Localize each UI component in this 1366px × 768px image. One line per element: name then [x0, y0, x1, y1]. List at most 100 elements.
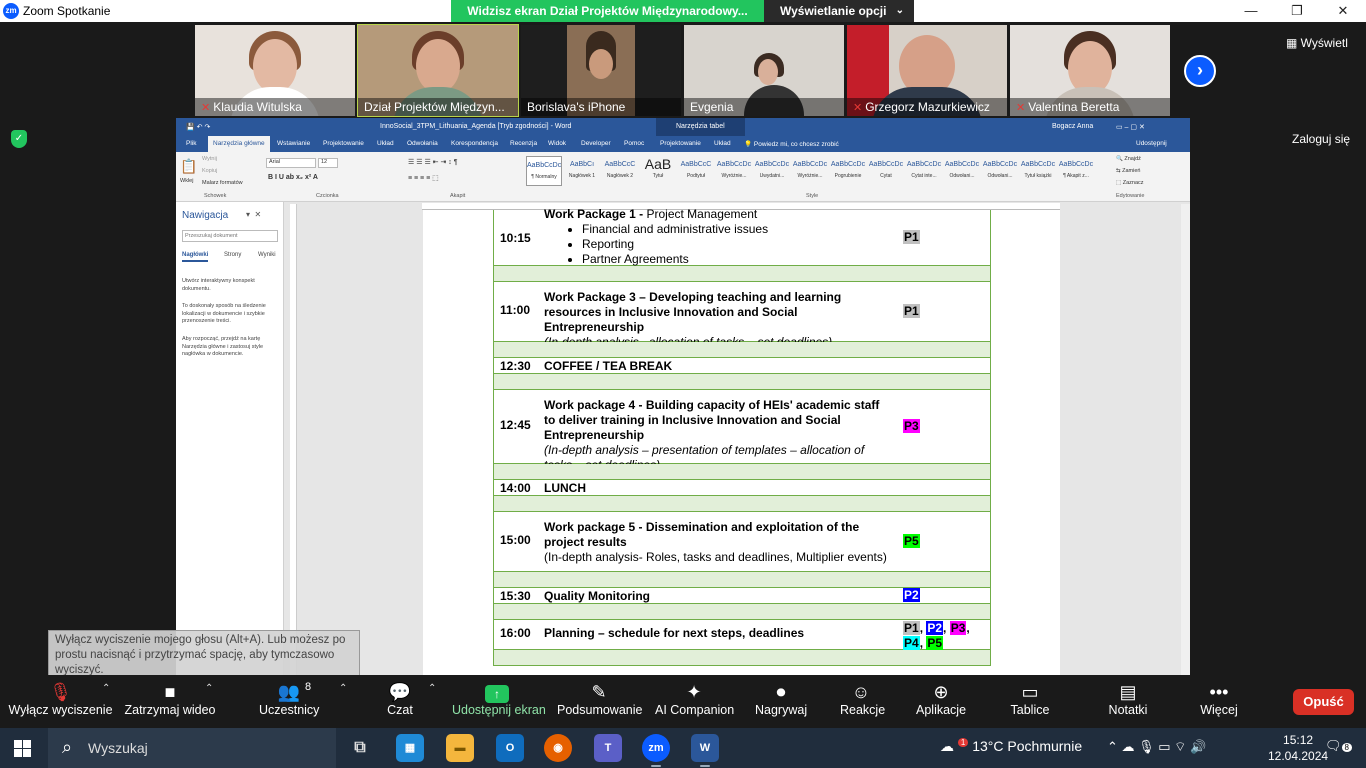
style-preset: AaBbCcC Podtytuł: [680, 161, 712, 179]
agenda-bullets: Financial and administrative issuesRepor…: [544, 222, 894, 267]
window-title: Zoom Spotkanie: [23, 4, 111, 18]
tray-icons[interactable]: ⌃ ☁ 🎙 ▭ ⌔ 🔊: [1107, 739, 1206, 755]
nav-tip: Aby rozpocząć, przejdź na kartę Narzędzi…: [182, 336, 264, 357]
chevron-up-icon[interactable]: ⌃: [339, 683, 347, 694]
partner-tags: P5: [903, 534, 920, 549]
agenda-bullet: Reporting: [582, 237, 894, 252]
view-layout-button[interactable]: ▦ Wyświetl: [1286, 36, 1348, 50]
agenda-content: COFFEE / TEA BREAK: [544, 359, 894, 374]
style-preset: AaBbCcC Nagłówek 2: [604, 161, 636, 179]
windows-taskbar: ⌕ Wyszukaj ⧉ ▦ ▬ O ◉ T zm W ☁ 1 13°C Poc…: [0, 728, 1366, 768]
zoom-taskbar-icon[interactable]: zm: [642, 734, 670, 767]
store-icon[interactable]: ▦: [396, 734, 424, 762]
paragraph-group-label: Akapit: [450, 193, 466, 199]
reactions-button[interactable]: ☺ Reakcje: [840, 675, 885, 728]
nav-tip: Utwórz interaktywny konspekt dokumentu.: [182, 278, 255, 292]
partner-tag: P3: [949, 621, 967, 635]
search-icon: ⌕: [62, 737, 73, 757]
weather-widget[interactable]: ☁ 1 13°C Pochmurnie: [940, 738, 1082, 755]
word-titlebar: 💾 ↶ ↷ InnoSocial_3TPM_Lithuania_Agenda […: [176, 118, 1190, 136]
teams-icon[interactable]: T: [594, 734, 622, 762]
list-icons: ☰ ☰ ☰ ⇤ ⇥ ↕ ¶: [408, 159, 458, 166]
task-view-icon[interactable]: ⧉: [346, 734, 374, 762]
agenda-title: COFFEE / TEA BREAK: [544, 359, 673, 373]
agenda-row: 12:30 COFFEE / TEA BREAK: [493, 358, 991, 374]
replace-icon: ⇆ Zamień: [1116, 168, 1141, 174]
font-group-label: Czcionka: [316, 193, 339, 199]
video-tile[interactable]: ✕ Valentina Beretta: [1010, 25, 1170, 116]
style-preset: AaBbCcDc Cytat inte...: [906, 161, 942, 179]
security-shield-icon[interactable]: ✓: [11, 130, 27, 148]
windows-start-icon[interactable]: [14, 740, 31, 757]
weather-badge: 1: [957, 738, 969, 747]
word-tab: Recenzja: [510, 140, 538, 147]
ai-companion-button[interactable]: ✦ AI Companion: [655, 675, 734, 728]
agenda-title: Work Package 3 – Developing teaching and…: [544, 290, 842, 334]
maximize-icon[interactable]: ❐: [1274, 0, 1320, 22]
participants-button[interactable]: 👥 Uczestnicy 8 ⌃: [259, 675, 347, 728]
agenda-bullet: Partner Agreements: [582, 252, 894, 267]
video-tile[interactable]: Borislava's iPhone: [521, 25, 681, 116]
vertical-ruler: [290, 204, 297, 675]
summary-sparkle-icon: ✎: [591, 682, 607, 702]
agenda-content: Work package 4 - Building capacity of HE…: [544, 398, 894, 473]
editing-group-label: Edytowanie: [1116, 193, 1145, 199]
agenda-time: 16:00: [500, 626, 531, 640]
notes-icon: ▤: [1119, 682, 1137, 702]
navigation-pane: Nawigacja ▾ ✕ Przeszukaj dokument Nagłów…: [176, 202, 284, 675]
firefox-icon[interactable]: ◉: [544, 734, 572, 762]
more-button[interactable]: ••• Więcej: [1198, 675, 1240, 728]
summary-button[interactable]: ✎ Podsumowanie: [557, 675, 642, 728]
apps-button[interactable]: ⊕ Aplikacje: [916, 675, 966, 728]
muted-mic-icon: ✕: [201, 102, 211, 114]
word-tab: Korespondencja: [451, 140, 498, 147]
nav-tab-headings: Nagłówki: [182, 252, 209, 262]
chevron-up-icon[interactable]: ⌃: [102, 683, 110, 694]
record-button[interactable]: ⏺ Nagrywaj: [755, 675, 807, 728]
agenda-content: Quality Monitoring: [544, 589, 894, 604]
chat-button[interactable]: 💬 Czat ⌃: [380, 675, 436, 728]
whiteboards-button[interactable]: ▭ Tablice: [1010, 675, 1050, 728]
chevron-up-icon[interactable]: ⌃: [205, 683, 213, 694]
leave-meeting-button[interactable]: Opuść: [1293, 689, 1354, 715]
video-tile-active-speaker[interactable]: Dział Projektów Międzyn...: [357, 24, 519, 117]
video-tile[interactable]: ✕ Grzegorz Mazurkiewicz: [847, 25, 1007, 116]
agenda-row: 11:00 Work Package 3 – Developing teachin…: [493, 282, 991, 349]
taskbar-search[interactable]: ⌕ Wyszukaj: [48, 728, 336, 768]
clipboard-group-label: Schowek: [204, 193, 227, 199]
style-preset: AaBbCı Nagłówek 1: [568, 161, 596, 179]
zoom-logo-icon: zm: [3, 3, 19, 19]
nav-close-icon: ▾ ✕: [246, 210, 262, 219]
shared-screen-word: 💾 ↶ ↷ InnoSocial_3TPM_Lithuania_Agenda […: [176, 118, 1190, 675]
style-preset: AaBbCcDc Odwołani...: [982, 161, 1018, 179]
notifications-icon[interactable]: 🗨 8: [1325, 738, 1352, 754]
chevron-up-icon[interactable]: ⌃: [428, 683, 436, 694]
partner-tags: P1: [903, 230, 920, 245]
next-page-arrow-icon[interactable]: ›: [1184, 55, 1216, 87]
unmute-button[interactable]: 🎙 Wyłącz wyciszenie ⌃: [3, 675, 118, 728]
stop-video-button[interactable]: ■ Zatrzymaj wideo ⌃: [124, 675, 216, 728]
word-user: Bogacz Anna: [1052, 123, 1094, 130]
grid-icon: ▦: [1286, 36, 1301, 50]
muted-microphone-icon: 🎙: [49, 682, 72, 702]
agenda-title: Work Package 1 -: [544, 207, 647, 221]
agenda-spacer: [493, 374, 991, 390]
share-screen-button[interactable]: ↑ Udostępnij ekran: [452, 675, 546, 728]
notes-button[interactable]: ▤ Notatki: [1106, 675, 1150, 728]
video-tile[interactable]: ✕ Klaudia Witulska: [195, 25, 355, 116]
screen-share-banner: Widzisz ekran Dział Projektów Międzynaro…: [451, 0, 764, 22]
word-taskbar-icon[interactable]: W: [691, 734, 719, 767]
outlook-icon[interactable]: O: [496, 734, 524, 762]
word-tab-active: Narzędzia główne: [208, 136, 270, 152]
clock[interactable]: 15:12 12.04.2024: [1268, 732, 1328, 764]
sign-in-link[interactable]: Zaloguj się: [1292, 132, 1350, 146]
participant-name: Borislava's iPhone: [521, 98, 681, 116]
view-options-button[interactable]: Wyświetlanie opcji ⌄: [764, 0, 914, 22]
file-explorer-icon[interactable]: ▬: [446, 734, 474, 762]
style-preset: AaBbCcDc Cytat: [868, 161, 904, 179]
agenda-row: 15:30 Quality Monitoring P2: [493, 588, 991, 604]
agenda-content: LUNCH: [544, 481, 894, 496]
close-icon[interactable]: ✕: [1320, 0, 1366, 22]
video-tile[interactable]: Evgenia: [684, 25, 844, 116]
minimize-icon[interactable]: —: [1228, 0, 1274, 22]
